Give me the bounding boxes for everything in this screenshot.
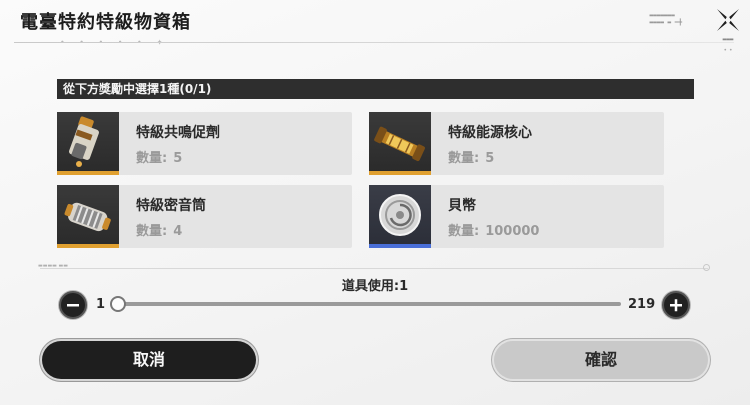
quantity-value: 4 xyxy=(173,224,183,239)
close-icon[interactable] xyxy=(714,6,742,34)
energy-core-icon xyxy=(374,126,425,162)
reward-item-shell-credit[interactable]: 貝幣 數量: 100000 xyxy=(369,185,664,248)
item-name: 特級能源核心 xyxy=(448,125,532,141)
dialog-title: 電臺特約特級物資箱 xyxy=(20,12,191,33)
decrease-button[interactable] xyxy=(59,291,87,319)
rarity-bar xyxy=(369,244,431,248)
rarity-bar xyxy=(57,244,119,248)
plus-icon xyxy=(670,299,682,312)
minus-icon xyxy=(67,304,79,307)
reward-item-sonance-casket[interactable]: 特級密音筒 數量: 4 xyxy=(57,185,352,248)
item-quantity: 數量: 4 xyxy=(136,220,182,239)
close-dots: • • xyxy=(723,47,733,54)
item-quantity: 數量: 100000 xyxy=(448,220,539,239)
close-button[interactable]: ▬▬▬ • • xyxy=(706,0,750,70)
quantity-label: 數量: xyxy=(448,151,480,166)
item-name: 貝幣 xyxy=(448,198,476,214)
reward-selection-dialog: 電臺特約特級物資箱 • • • • • ✦ ▬▬▬▬▬▬▬▬▬▬▬ ▬ ═╋ ▬… xyxy=(0,0,750,405)
brand-caption: ▬▬▬▬▬▬▬ ▬▬▬▬ ▬ ═╋ xyxy=(649,12,682,26)
item-quantity: 數量: 5 xyxy=(136,147,182,166)
item-quantity: 數量: 5 xyxy=(448,147,494,166)
item-name: 特級密音筒 xyxy=(136,198,206,214)
shell-credit-icon xyxy=(379,194,421,236)
quantity-value: 5 xyxy=(485,151,495,166)
confirm-button[interactable]: 確認 xyxy=(494,341,708,379)
quantity-label: 數量: xyxy=(136,224,168,239)
cancel-button[interactable]: 取消 xyxy=(42,341,256,379)
selection-prompt-bar: 從下方獎勵中選擇1種(0/1) xyxy=(57,79,694,99)
slider-handle[interactable] xyxy=(110,296,126,312)
quantity-label: 數量: xyxy=(448,224,480,239)
quantity-label: 數量: xyxy=(136,151,168,166)
item-thumbnail xyxy=(57,185,119,248)
slider-max-value: 219 xyxy=(628,297,656,312)
section-divider xyxy=(40,268,708,269)
rarity-bar xyxy=(369,171,431,175)
item-name: 特級共鳴促劑 xyxy=(136,125,220,141)
resonance-catalyst-icon xyxy=(69,116,99,167)
increase-button[interactable] xyxy=(662,291,690,319)
slider-min-value: 1 xyxy=(96,297,106,312)
rarity-bar xyxy=(57,171,119,175)
close-caption: ▬▬▬ xyxy=(722,36,734,43)
reward-item-resonance-catalyst[interactable]: 特級共鳴促劑 數量: 5 xyxy=(57,112,352,175)
item-thumbnail xyxy=(369,112,431,175)
quantity-slider-track[interactable] xyxy=(116,302,621,306)
usage-count-label: 道具使用:1 xyxy=(341,279,409,294)
sonance-casket-icon xyxy=(64,202,111,232)
quantity-value: 100000 xyxy=(485,224,540,239)
quantity-value: 5 xyxy=(173,151,183,166)
divider-ornament xyxy=(703,264,710,271)
header-divider xyxy=(14,42,734,43)
item-thumbnail xyxy=(369,185,431,248)
reward-item-energy-core[interactable]: 特級能源核心 數量: 5 xyxy=(369,112,664,175)
item-thumbnail xyxy=(57,112,119,175)
